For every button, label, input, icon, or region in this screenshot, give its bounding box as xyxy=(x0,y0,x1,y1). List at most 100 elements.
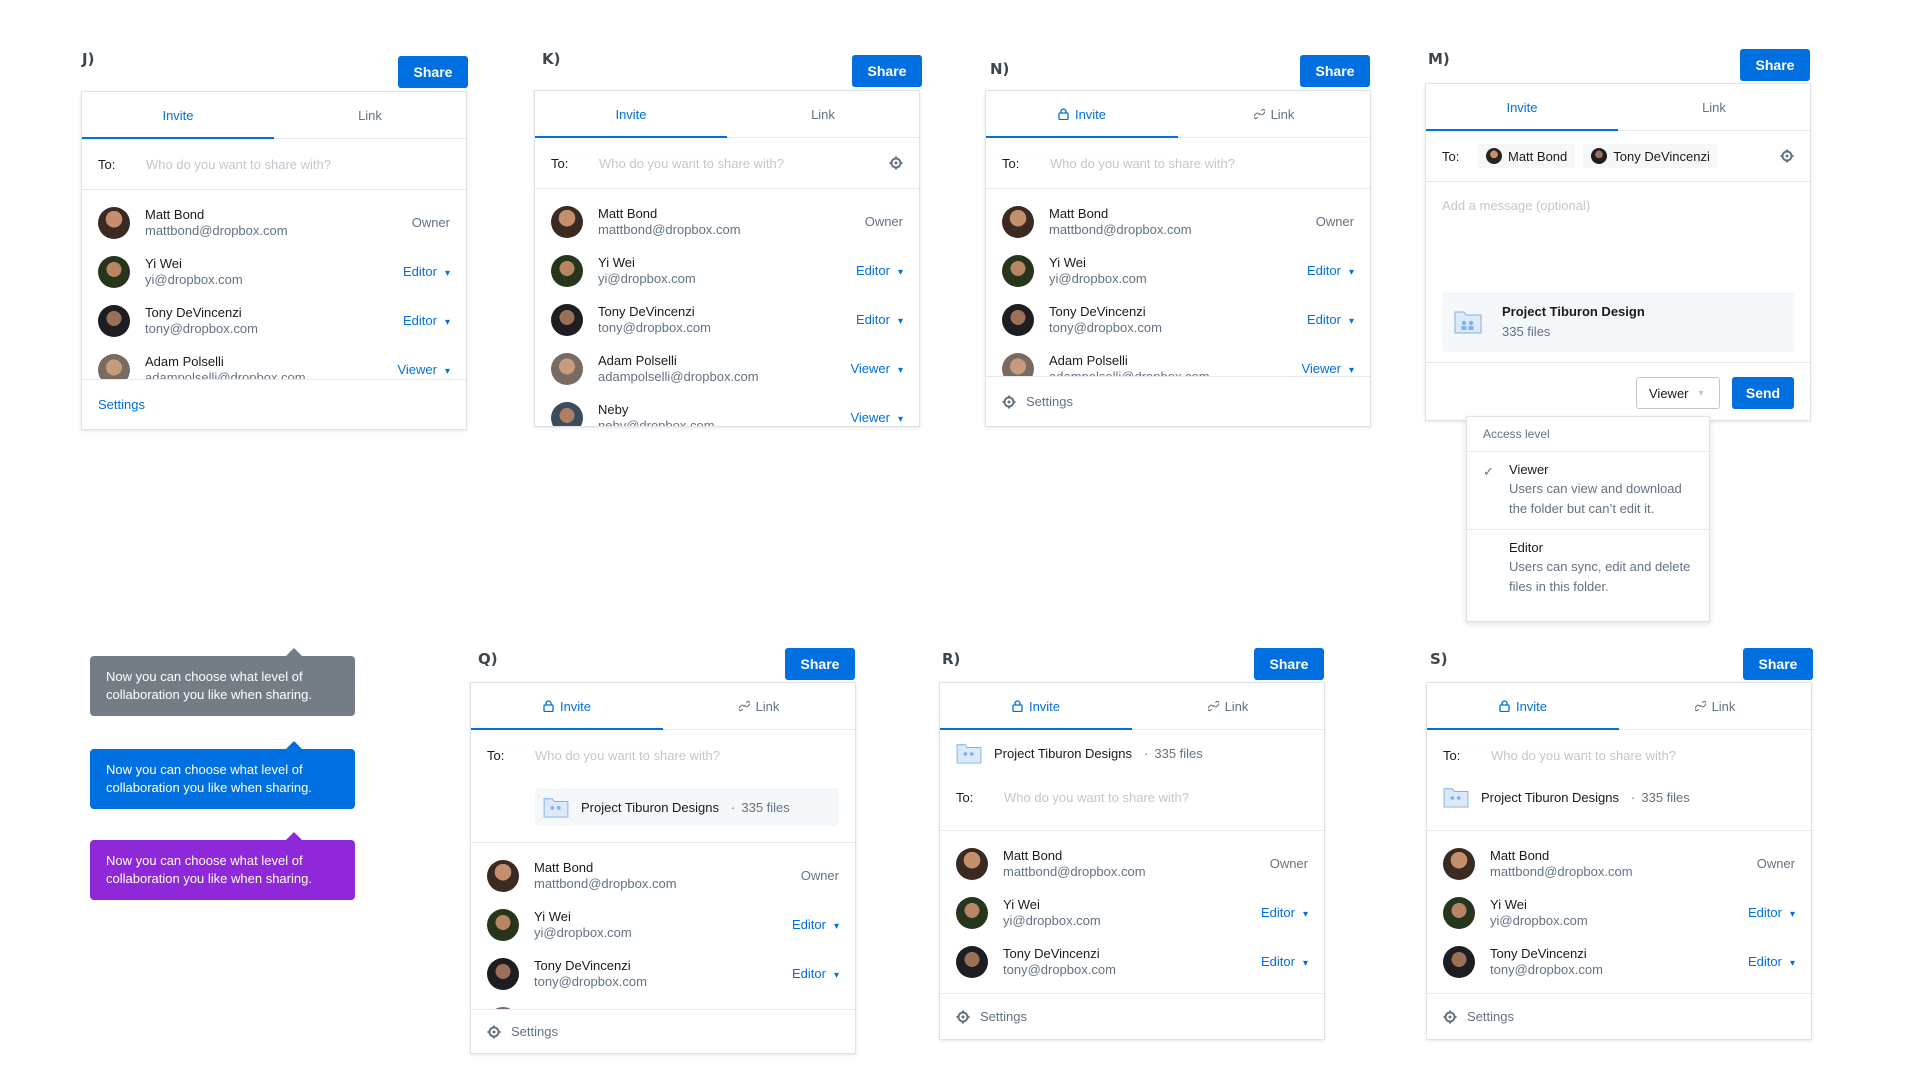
role-dropdown[interactable]: Editor xyxy=(1307,263,1354,278)
member-name: Tony DeVincenzi xyxy=(145,304,242,320)
avatar xyxy=(1591,148,1608,164)
settings-link[interactable]: Settings xyxy=(1002,394,1073,409)
tooltip-blue: Now you can choose what level of collabo… xyxy=(90,741,355,809)
settings-link[interactable]: Settings xyxy=(98,397,145,412)
file-count: 335 files xyxy=(1154,745,1203,761)
tab-link[interactable]: Link xyxy=(1618,84,1810,130)
share-button-n[interactable]: Share xyxy=(1300,55,1370,87)
tab-invite[interactable]: Invite xyxy=(1426,84,1618,131)
share-button-s[interactable]: Share xyxy=(1743,648,1813,680)
share-button-m[interactable]: Share xyxy=(1740,49,1810,81)
share-button-r[interactable]: Share xyxy=(1254,648,1324,680)
avatar xyxy=(551,205,583,238)
role-dropdown[interactable]: Viewer xyxy=(397,362,450,377)
member-row: Tony DeVincenzi tony@dropbox.com Editor xyxy=(82,296,466,345)
role-dropdown[interactable]: Viewer xyxy=(1301,361,1354,376)
panel-footer: Settings xyxy=(940,993,1324,1039)
role-dropdown[interactable]: Editor xyxy=(856,263,903,278)
folder-card: Project Tiburon Design 335 files xyxy=(1442,292,1794,352)
check-icon: ✓ xyxy=(1483,464,1494,479)
share-button-k[interactable]: Share xyxy=(852,55,922,87)
message-input[interactable]: Add a message (optional) xyxy=(1442,198,1590,213)
option-desc: Users can sync, edit and delete files in… xyxy=(1509,559,1691,594)
link-icon xyxy=(1207,700,1219,712)
gear-icon xyxy=(487,1025,501,1038)
share-button-j[interactable]: Share xyxy=(398,56,468,88)
variant-label-q: Q) xyxy=(478,650,498,668)
avatar xyxy=(1486,148,1502,164)
recipient-input[interactable]: Who do you want to share with? xyxy=(1050,156,1235,171)
role-dropdown[interactable]: Editor xyxy=(792,966,839,981)
shared-folder-icon xyxy=(1443,788,1469,808)
settings-link[interactable]: Settings xyxy=(487,1024,558,1039)
member-email: tony@dropbox.com xyxy=(145,320,258,336)
panel-footer: Settings xyxy=(1427,993,1811,1039)
tab-link[interactable]: Link xyxy=(727,91,919,137)
link-icon xyxy=(738,700,750,712)
tooltip-gray: Now you can choose what level of collabo… xyxy=(90,648,355,716)
role-dropdown[interactable]: Editor xyxy=(1748,954,1795,969)
member-row: Matt Bond mattbond@dropbox.com Owner xyxy=(940,839,1324,888)
to-label: To: xyxy=(98,156,116,172)
member-name: Matt Bond xyxy=(534,859,594,875)
menu-item-editor[interactable]: Editor Users can sync, edit and delete f… xyxy=(1467,530,1709,607)
tab-invite[interactable]: Invite xyxy=(1427,683,1619,730)
tab-invite[interactable]: Invite xyxy=(82,92,274,139)
member-row: Yi Wei yi@dropbox.com Editor xyxy=(1427,888,1811,937)
role-dropdown[interactable]: Editor xyxy=(403,264,450,279)
member-name: Yi Wei xyxy=(145,255,182,271)
tab-invite[interactable]: Invite xyxy=(471,683,663,730)
recipient-input[interactable]: Who do you want to share with? xyxy=(599,156,784,171)
role-dropdown[interactable]: Editor xyxy=(1748,905,1795,920)
recipient-input[interactable]: Who do you want to share with? xyxy=(535,748,720,763)
link-icon xyxy=(1253,108,1265,120)
settings-link[interactable]: Settings xyxy=(956,1009,1027,1024)
member-name: Adam Polselli xyxy=(1049,352,1128,368)
gear-icon[interactable] xyxy=(889,156,903,170)
avatar xyxy=(487,908,519,941)
role-dropdown[interactable]: Editor xyxy=(1307,312,1354,327)
shared-folder-icon xyxy=(956,744,982,764)
tab-link[interactable]: Link xyxy=(1619,683,1811,729)
role-dropdown[interactable]: Editor xyxy=(403,313,450,328)
role-label: Owner xyxy=(800,868,839,883)
recipient-input[interactable]: Who do you want to share with? xyxy=(1004,790,1189,805)
member-row: Neby neby@dropbox.com Viewer xyxy=(535,393,919,426)
tab-link[interactable]: Link xyxy=(274,92,466,138)
tab-invite[interactable]: Invite xyxy=(535,91,727,138)
member-email: mattbond@dropbox.com xyxy=(1490,863,1633,879)
role-dropdown[interactable]: Editor xyxy=(856,312,903,327)
role-dropdown[interactable]: Editor xyxy=(1261,905,1308,920)
recipient-chip[interactable]: Matt Bond xyxy=(1478,144,1576,168)
send-button[interactable]: Send xyxy=(1732,377,1794,409)
settings-link[interactable]: Settings xyxy=(1443,1009,1514,1024)
share-panel-q: Invite Link To: Who do you want to share… xyxy=(470,682,856,1054)
tab-link[interactable]: Link xyxy=(1132,683,1324,729)
recipient-input[interactable]: Who do you want to share with? xyxy=(1491,748,1676,763)
recipient-input[interactable]: Who do you want to share with? xyxy=(146,157,331,172)
access-level-select[interactable]: Viewer ▾ xyxy=(1636,377,1720,409)
variant-label-r: R) xyxy=(942,650,961,668)
role-label: Owner xyxy=(1269,856,1308,871)
recipient-chip[interactable]: Tony DeVincenzi xyxy=(1583,144,1718,168)
member-email: tony@dropbox.com xyxy=(598,319,711,335)
role-dropdown[interactable]: Editor xyxy=(792,917,839,932)
member-row: Matt Bond mattbond@dropbox.com Owner xyxy=(471,851,855,900)
member-name: Matt Bond xyxy=(1003,847,1063,863)
tab-bar: Invite Link xyxy=(82,92,466,139)
share-panel-m: Invite Link To: Matt Bond Tony DeVincenz… xyxy=(1425,83,1811,421)
to-label: To: xyxy=(956,790,974,805)
gear-icon[interactable] xyxy=(1780,149,1794,163)
tab-invite[interactable]: Invite xyxy=(940,683,1132,730)
member-name: Tony DeVincenzi xyxy=(1003,945,1100,961)
role-dropdown[interactable]: Viewer xyxy=(850,361,903,376)
tab-link[interactable]: Link xyxy=(663,683,855,729)
share-button-q[interactable]: Share xyxy=(785,648,855,680)
member-email: yi@dropbox.com xyxy=(534,924,632,940)
role-dropdown[interactable]: Viewer xyxy=(850,410,903,425)
role-dropdown[interactable]: Editor xyxy=(1261,954,1308,969)
menu-item-viewer[interactable]: ✓ Viewer Users can view and download the… xyxy=(1467,452,1709,530)
tab-link[interactable]: Link xyxy=(1178,91,1370,137)
tab-invite[interactable]: Invite xyxy=(986,91,1178,138)
to-row: To: Who do you want to share with? xyxy=(82,139,466,190)
